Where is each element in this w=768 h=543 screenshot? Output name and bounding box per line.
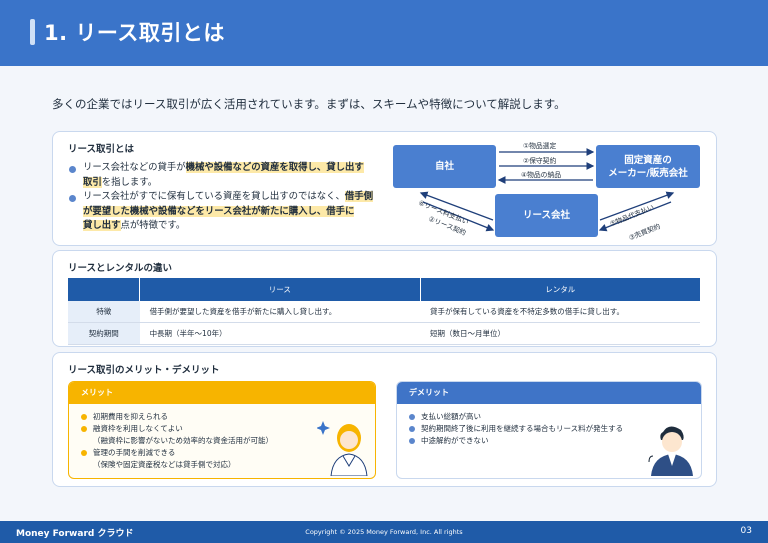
merit-box: メリット 初期費用を抑えられる 融資枠を利用しなくてよい （融資枠に影響がないた… [68, 381, 376, 479]
merit-dot [81, 414, 87, 420]
merit-demerit-card: リース取引のメリット・デメリット メリット 初期費用を抑えられる 融資枠を利用し… [52, 352, 717, 487]
comparison-table: リース レンタル 特徴 借手側が要望した資産を借手が新たに購入し貸し出す。 貸手… [68, 278, 700, 345]
page-number: 03 [740, 526, 752, 536]
section-title: リースとレンタルの違い [68, 263, 173, 274]
demerit-dot [409, 414, 415, 420]
merit-item: 管理の手間を削減できる [93, 448, 176, 457]
woman-illustration [317, 421, 368, 476]
column-header: リース [139, 278, 421, 301]
table-cell: 借手側が要望した資産を借手が新たに購入し貸し出す。 [139, 301, 421, 323]
column-header [68, 278, 140, 301]
row-header: 契約期間 [68, 322, 140, 345]
demerit-item: 支払い総額が高い [421, 412, 481, 421]
lease-vs-rental-card: リースとレンタルの違い リース レンタル 特徴 借手側が要望した資産を借手が新た… [52, 250, 717, 347]
merit-item-note: （融資枠に影響がないため効率的な資金活用が可能） [93, 436, 273, 445]
table-row: 契約期間 中長期（半年〜10年） 短期（数日〜月単位） [68, 322, 700, 345]
label-2: ②保守契約 [523, 157, 557, 165]
demerit-item: 中途解約ができない [421, 436, 489, 445]
table-header-row: リース レンタル [68, 278, 700, 301]
page-footer: Money Forward クラウド Copyright © 2025 Mone… [0, 521, 768, 543]
label-4: ④物品の納品 [521, 171, 562, 179]
section-title: リース取引のメリット・デメリット [68, 365, 220, 376]
merit-item: 融資枠を利用しなくてよい [93, 424, 183, 433]
demerit-header: デメリット [397, 382, 701, 404]
merit-dot [81, 426, 87, 432]
merit-item: 初期費用を抑えられる [93, 412, 168, 421]
demerit-box: デメリット 支払い総額が高い 契約期間終了後に利用を継続する場合もリース料が発生… [396, 381, 702, 479]
flow-arrows [419, 148, 675, 232]
demerit-dot [409, 426, 415, 432]
merit-header: メリット [69, 382, 375, 404]
page-header: 1. リース取引とは [0, 0, 768, 66]
row-header: 特徴 [68, 301, 140, 323]
table-cell: 貸手が保有している資産を不特定多数の借手に貸し出す。 [420, 301, 700, 323]
copyright: Copyright © 2025 Money Forward, Inc. All… [305, 528, 463, 536]
man-illustration [648, 426, 693, 476]
demerit-item: 契約期間終了後に利用を継続する場合もリース料が発生する [421, 424, 624, 433]
title-accent-bar [30, 19, 35, 45]
merit-dot [81, 450, 87, 456]
table-row: 特徴 借手側が要望した資産を借手が新たに購入し貸し出す。 貸手が保有している資産… [68, 301, 700, 323]
label-1: ①物品選定 [523, 142, 557, 150]
table-cell: 短期（数日〜月単位） [420, 322, 700, 345]
column-header: レンタル [419, 278, 700, 301]
intro-text: 多くの企業ではリース取引が広く活用されています。まずは、スキームや特徴について解… [52, 97, 566, 111]
lease-overview-card: リース取引とは リース会社などの貸手が機械や設備などの資産を取得し、貸し出す 取… [52, 131, 717, 246]
merit-item-note: （保険や固定資産税などは貸手側で対応） [93, 460, 236, 469]
page-title: 1. リース取引とは [44, 21, 225, 45]
demerit-dot [409, 438, 415, 444]
table-cell: 中長期（半年〜10年） [139, 322, 421, 345]
